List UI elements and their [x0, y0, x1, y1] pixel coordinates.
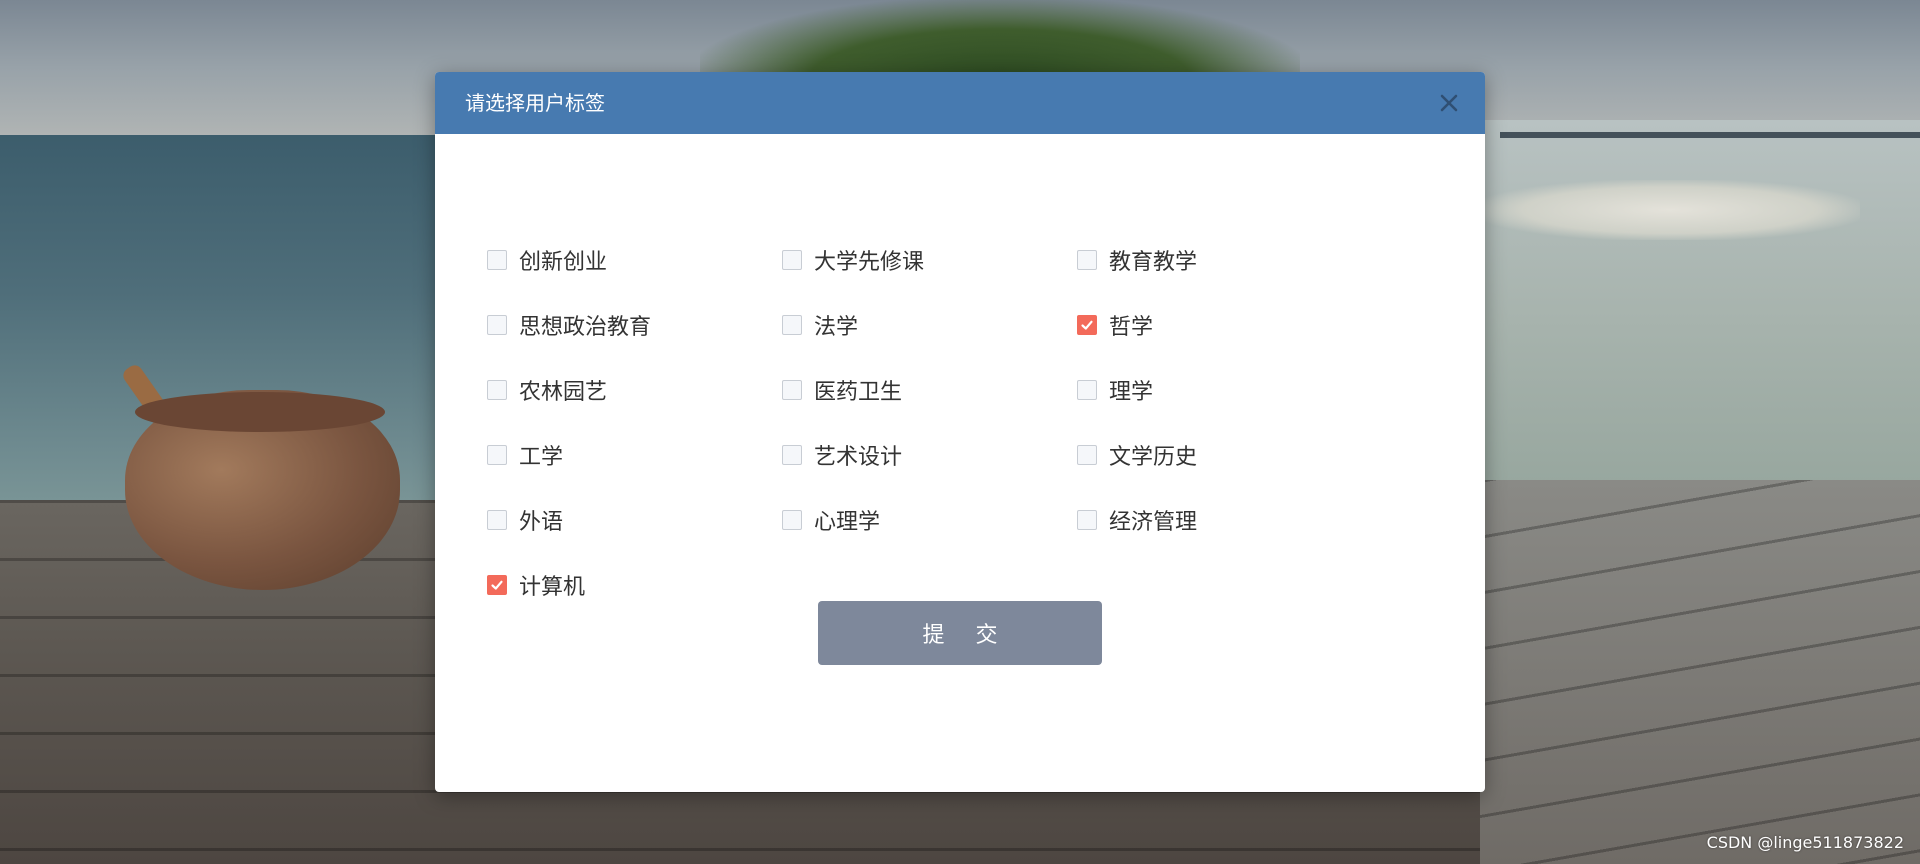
tag-option[interactable]: 农林园艺: [487, 375, 607, 405]
tag-label: 外语: [519, 510, 564, 535]
close-button[interactable]: [1433, 87, 1465, 119]
tag-checkbox[interactable]: [1077, 315, 1097, 335]
tag-label: 创新创业: [519, 250, 608, 275]
tag-checkbox[interactable]: [1077, 380, 1097, 400]
tag-label: 大学先修课: [814, 250, 925, 275]
check-icon: [1081, 320, 1093, 330]
tag-checkbox[interactable]: [487, 445, 507, 465]
tag-option[interactable]: 外语: [487, 505, 563, 535]
tag-label: 心理学: [814, 510, 881, 535]
tag-option[interactable]: 文学历史: [1077, 440, 1197, 470]
tag-option[interactable]: 大学先修课: [782, 245, 924, 275]
tag-select-modal: 请选择用户标签 创新创业 大学先修课 教育教学思想政治教育 法学 哲学农林园艺 医药卫生 理…: [435, 72, 1485, 792]
tag-checkbox[interactable]: [487, 315, 507, 335]
tag-label: 经济管理: [1109, 510, 1198, 535]
modal-title: 请选择用户标签: [465, 91, 605, 115]
tag-option[interactable]: 思想政治教育: [487, 310, 651, 340]
tag-checkbox[interactable]: [782, 445, 802, 465]
submit-button[interactable]: 提 交: [818, 601, 1102, 665]
watermark: CSDN @linge511873822: [1706, 833, 1904, 852]
background-pier: [1500, 132, 1920, 138]
tag-label: 医药卫生: [814, 380, 903, 405]
tag-label: 法学: [814, 315, 859, 340]
tag-checkbox[interactable]: [487, 250, 507, 270]
tag-checkbox[interactable]: [487, 380, 507, 400]
tag-option[interactable]: 哲学: [1077, 310, 1153, 340]
tag-option[interactable]: 创新创业: [487, 245, 607, 275]
tag-option[interactable]: 艺术设计: [782, 440, 902, 470]
tag-label: 哲学: [1109, 315, 1154, 340]
tag-label: 思想政治教育: [519, 315, 652, 340]
tag-option[interactable]: 经济管理: [1077, 505, 1197, 535]
tag-option[interactable]: 工学: [487, 440, 563, 470]
background-pot-rim: [135, 392, 385, 432]
tag-label: 计算机: [519, 575, 586, 600]
check-icon: [491, 580, 503, 590]
tag-checkbox[interactable]: [1077, 445, 1097, 465]
tag-checkbox[interactable]: [487, 575, 507, 595]
tag-option[interactable]: 法学: [782, 310, 858, 340]
background-trees: [700, 0, 1300, 80]
tag-checkbox[interactable]: [1077, 510, 1097, 530]
tag-label: 工学: [519, 445, 564, 470]
background-deck-right: [1480, 480, 1920, 864]
tag-label: 农林园艺: [519, 380, 608, 405]
tag-label: 文学历史: [1109, 445, 1198, 470]
tag-option[interactable]: 计算机: [487, 570, 585, 600]
tag-option[interactable]: 理学: [1077, 375, 1153, 405]
tag-label: 教育教学: [1109, 250, 1198, 275]
tag-checkbox[interactable]: [1077, 250, 1097, 270]
modal-header: 请选择用户标签: [435, 72, 1485, 134]
tag-option[interactable]: 医药卫生: [782, 375, 902, 405]
tag-checkbox[interactable]: [487, 510, 507, 530]
tag-option[interactable]: 教育教学: [1077, 245, 1197, 275]
tag-label: 理学: [1109, 380, 1154, 405]
tag-label: 艺术设计: [814, 445, 903, 470]
tag-checkbox[interactable]: [782, 315, 802, 335]
close-icon: [1440, 94, 1458, 112]
tag-option[interactable]: 心理学: [782, 505, 880, 535]
tag-checkbox[interactable]: [782, 250, 802, 270]
background-sandbar: [1480, 180, 1860, 240]
tag-checkbox[interactable]: [782, 380, 802, 400]
tag-checkbox[interactable]: [782, 510, 802, 530]
